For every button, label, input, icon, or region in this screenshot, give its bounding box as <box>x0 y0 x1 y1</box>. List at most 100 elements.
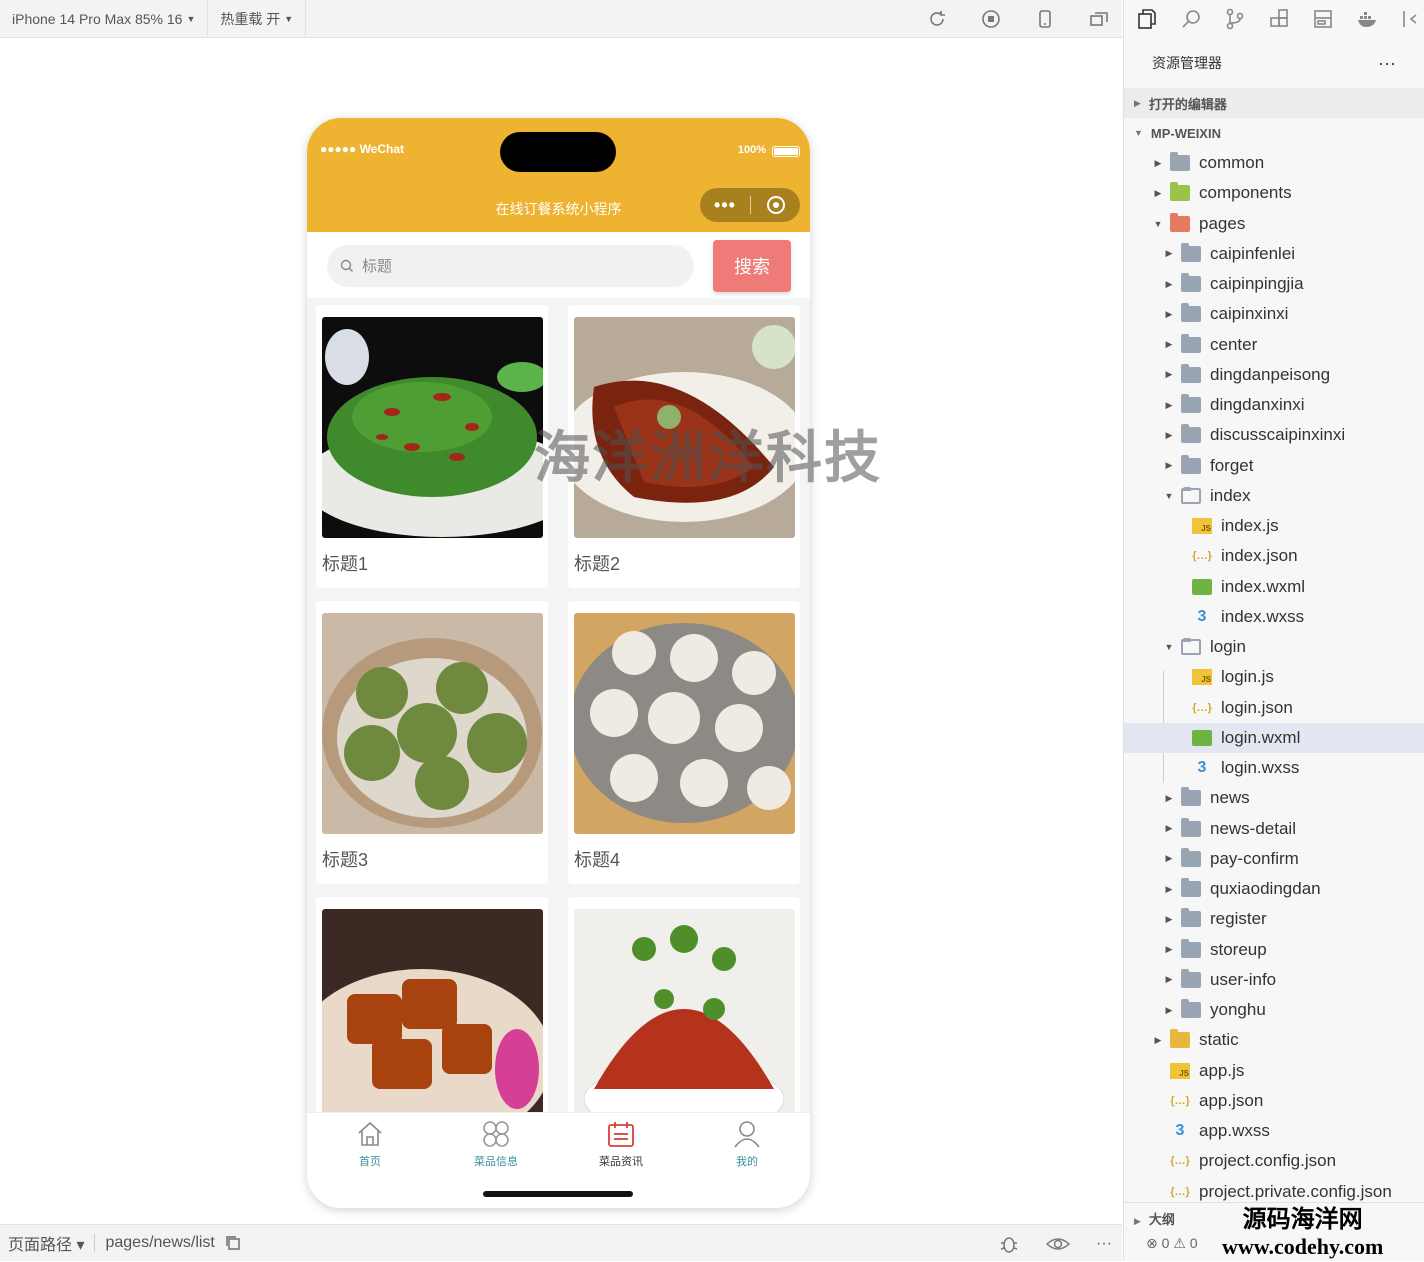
more-icon[interactable]: ••• <box>700 195 750 216</box>
close-miniprogram-icon[interactable] <box>751 196 800 214</box>
tab-dish-info[interactable]: 菜品信息 <box>456 1119 536 1169</box>
tree-item-label: index <box>1210 485 1251 505</box>
tab-label: 首页 <box>359 1156 381 1168</box>
json-file-icon: {…} <box>1170 1094 1190 1107</box>
tree-item[interactable]: ▶ center <box>1124 330 1424 360</box>
explorer-panel: 资源管理器 ··· ▶ 打开的编辑器 ▼ MP-WEIXIN ▶ common ▶ c… <box>1123 0 1424 1261</box>
copy-icon[interactable] <box>225 1235 241 1251</box>
chevron-right-icon: ▶ <box>1165 248 1173 259</box>
refresh-icon[interactable] <box>926 8 948 30</box>
project-section[interactable]: ▼ MP-WEIXIN <box>1124 118 1424 148</box>
food-card[interactable]: 标题3 <box>316 601 548 884</box>
search-input[interactable] <box>327 245 694 287</box>
collapse-panel-icon[interactable] <box>1400 8 1422 30</box>
food-title: 标题4 <box>574 850 621 870</box>
food-card[interactable]: 标题1 <box>316 305 548 588</box>
hot-reload-toggle[interactable]: 热重载 开 ▼ <box>208 0 307 38</box>
tree-item[interactable]: {…} app.json <box>1124 1086 1424 1116</box>
folder-icon <box>1181 638 1201 655</box>
tree-item[interactable]: 3 app.wxss <box>1124 1116 1424 1146</box>
tree-item[interactable]: ▶ forget <box>1124 451 1424 481</box>
food-title: 标题1 <box>322 554 369 574</box>
search-icon[interactable] <box>1180 8 1202 30</box>
source-control-icon[interactable] <box>1224 8 1246 30</box>
user-icon <box>734 1121 760 1148</box>
search-button[interactable]: 搜索 <box>713 240 791 292</box>
debug-icon[interactable] <box>998 1233 1020 1255</box>
tree-item[interactable]: ▶ caipinpingjia <box>1124 269 1424 299</box>
tree-item[interactable]: {…} project.config.json <box>1124 1146 1424 1176</box>
json-file-icon: {…} <box>1170 1155 1190 1168</box>
tree-item[interactable]: ▶ yonghu <box>1124 995 1424 1025</box>
tree-item[interactable]: 3 index.wxss <box>1124 602 1424 632</box>
food-card[interactable] <box>316 897 548 1137</box>
tree-item[interactable]: login.wxml <box>1124 722 1424 753</box>
extensions-icon[interactable] <box>1268 8 1290 30</box>
tree-item[interactable]: ▶ components <box>1124 178 1424 208</box>
json-file-icon: {…} <box>1170 1185 1190 1198</box>
chevron-right-icon: ▶ <box>1165 308 1173 319</box>
wxss-file-icon: 3 <box>1197 759 1207 776</box>
problems-counter[interactable]: ⊗ 0 ⚠ 0 <box>1146 1235 1198 1252</box>
tree-item[interactable]: ▶ news <box>1124 783 1424 813</box>
tree-item[interactable]: JS app.js <box>1124 1056 1424 1086</box>
chevron-right-icon: ▶ <box>1165 823 1173 833</box>
tree-item[interactable]: ▶ user-info <box>1124 965 1424 995</box>
stop-icon[interactable] <box>980 8 1002 30</box>
tree-item[interactable]: ▶ dingdanpeisong <box>1124 360 1424 390</box>
more-icon[interactable]: ··· <box>1096 1235 1112 1253</box>
tree-item[interactable]: index.wxml <box>1124 572 1424 602</box>
food-image-soup-dumplings <box>574 613 795 834</box>
tab-home[interactable]: 首页 <box>330 1119 410 1169</box>
tree-item[interactable]: ▶ discusscaipinxinxi <box>1124 420 1424 450</box>
tab-dish-news[interactable]: 菜品资讯 <box>581 1119 661 1169</box>
detach-window-icon[interactable] <box>1088 8 1110 30</box>
device-selector[interactable]: iPhone 14 Pro Max 85% 16 ▼ <box>0 0 209 38</box>
tree-item[interactable]: ▶ quxiaodingdan <box>1124 874 1424 904</box>
tree-item[interactable]: ▶ news-detail <box>1124 814 1424 844</box>
outline-section[interactable]: ▶ 大纲 <box>1134 1209 1175 1228</box>
tree-item[interactable]: 3 login.wxss <box>1124 753 1424 783</box>
folder-icon <box>1181 938 1201 958</box>
tree-item[interactable]: ▶ dingdanxinxi <box>1124 390 1424 420</box>
site-watermark: 源码海洋网 www.codehy.com <box>1222 1205 1383 1259</box>
open-editors-section[interactable]: ▶ 打开的编辑器 <box>1124 88 1424 118</box>
tree-item[interactable]: {…} index.json <box>1124 541 1424 571</box>
more-icon[interactable]: ··· <box>1378 53 1396 74</box>
phone-frame: ●●●●● WeChat 100% 在线订餐系统小程序 ••• 搜索 <box>307 118 810 1208</box>
tree-item[interactable]: JS login.js <box>1124 662 1424 692</box>
tree-item-label: center <box>1210 334 1258 354</box>
tree-item[interactable]: ▼ pages <box>1124 209 1424 239</box>
tree-item-label: project.private.config.json <box>1199 1181 1392 1201</box>
tree-item[interactable]: ▶ register <box>1124 904 1424 934</box>
tree-item[interactable]: ▼ login <box>1124 632 1424 662</box>
tree-item[interactable]: ▶ static <box>1124 1025 1424 1055</box>
activity-bar <box>1124 0 1424 38</box>
preview-eye-icon[interactable] <box>1046 1233 1071 1255</box>
food-card[interactable]: 标题4 <box>568 601 800 884</box>
tree-item[interactable]: ▶ caipinxinxi <box>1124 299 1424 329</box>
tree-item[interactable]: ▶ storeup <box>1124 935 1424 965</box>
files-icon[interactable] <box>1136 8 1158 30</box>
home-indicator <box>483 1191 633 1197</box>
chevron-right-icon: ▶ <box>1165 460 1173 470</box>
docker-icon[interactable] <box>1356 8 1378 30</box>
search-icon <box>340 259 353 272</box>
food-card[interactable] <box>568 897 800 1137</box>
tree-item[interactable]: ▶ pay-confirm <box>1124 844 1424 874</box>
folder-icon <box>1181 908 1201 928</box>
phone-icon[interactable] <box>1034 8 1056 30</box>
chevron-right-icon: ▶ <box>1165 913 1173 924</box>
tree-item[interactable]: JS index.js <box>1124 511 1424 541</box>
tree-item[interactable]: ▶ common <box>1124 148 1424 178</box>
tab-mine[interactable]: 我的 <box>707 1119 787 1169</box>
tree-item[interactable]: ▶ caipinfenlei <box>1124 239 1424 269</box>
layout-icon[interactable] <box>1312 8 1334 30</box>
tree-item-label: index.wxml <box>1221 576 1306 596</box>
folder-icon <box>1181 847 1201 867</box>
explorer-header: 资源管理器 ··· <box>1124 38 1424 88</box>
page-path-selector[interactable]: 页面路径 ▾ <box>0 1231 84 1255</box>
folder-icon <box>1181 817 1201 837</box>
tree-item[interactable]: ▼ index <box>1124 481 1424 511</box>
tree-item[interactable]: {…} login.json <box>1124 693 1424 723</box>
